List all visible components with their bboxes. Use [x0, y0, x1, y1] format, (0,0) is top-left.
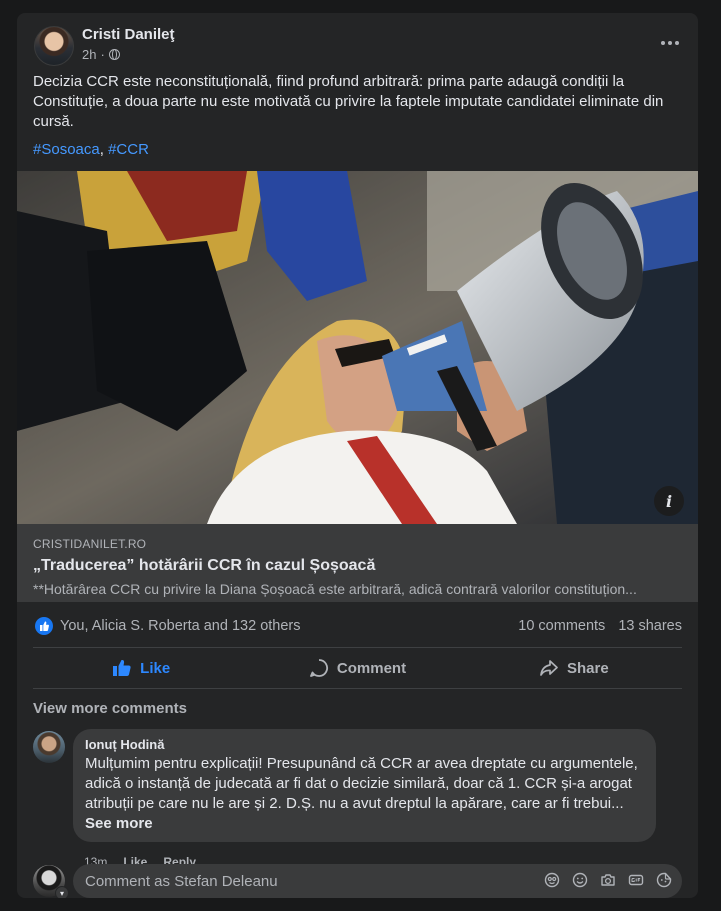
post-header: Cristi Danileţ 2h ·	[17, 13, 698, 73]
sticker-glyph	[656, 872, 672, 888]
divider	[33, 647, 682, 648]
comment-input-placeholder: Comment as Stefan Deleanu	[85, 873, 278, 890]
more-icon	[668, 41, 672, 45]
gif-glyph	[628, 874, 644, 886]
hashtag-link[interactable]: #Sosoaca	[33, 141, 100, 158]
comment-text: Mulțumim pentru explicații! Presupunând …	[85, 754, 644, 834]
link-description: **Hotărârea CCR cu privire la Diana Șoșo…	[33, 581, 637, 597]
chevron-down-icon[interactable]: ▾	[55, 886, 69, 898]
meta-separator: ·	[100, 47, 105, 62]
comments-count[interactable]: 10 comments	[518, 618, 605, 634]
more-icon	[675, 41, 679, 45]
reactions-bar: You, Alicia S. Roberta and 132 others 10…	[33, 613, 682, 639]
gif-icon[interactable]	[628, 872, 644, 888]
hashtag-separator: ,	[99, 141, 109, 158]
sticker-icon[interactable]	[656, 872, 672, 888]
commenter-avatar[interactable]	[33, 731, 65, 763]
more-options-button[interactable]	[658, 31, 682, 55]
info-icon[interactable]: i	[654, 486, 684, 516]
divider	[33, 688, 682, 689]
comment-input[interactable]: Comment as Stefan Deleanu	[73, 864, 682, 898]
globe-icon	[108, 49, 120, 60]
share-icon	[540, 660, 558, 676]
like-button[interactable]: Like	[33, 650, 249, 686]
post-meta: 2h ·	[82, 47, 120, 62]
emoji-icon[interactable]	[572, 872, 588, 888]
view-more-comments[interactable]: View more comments	[33, 700, 187, 717]
post-text: Decizia CCR este neconstituțională, fiin…	[33, 73, 664, 130]
see-more-link[interactable]: See more	[85, 815, 153, 832]
link-preview-image[interactable]: i	[17, 171, 698, 524]
comment-composer: ▾ Comment as Stefan Deleanu	[33, 864, 682, 898]
comment-body: Mulțumim pentru explicații! Presupunând …	[85, 755, 638, 812]
avatar-sticker-icon[interactable]	[544, 872, 560, 888]
comment-author[interactable]: Ionuț Hodină	[85, 737, 644, 752]
composer-tools	[544, 872, 672, 888]
like-icon	[113, 659, 131, 676]
post-actions: Like Comment Share	[33, 650, 682, 686]
like-reaction-glyph	[40, 621, 49, 631]
comment-button[interactable]: Comment	[249, 650, 465, 686]
hashtag-link[interactable]: #CCR	[108, 141, 149, 158]
post-time[interactable]: 2h	[82, 47, 96, 62]
author-name[interactable]: Cristi Danileţ	[82, 26, 175, 43]
comment-bubble: Ionuț Hodină Mulțumim pentru explicații!…	[73, 729, 656, 842]
avatar-sticker-glyph	[544, 872, 560, 888]
emoji-glyph	[572, 872, 588, 888]
comment-icon	[310, 659, 328, 677]
shares-count[interactable]: 13 shares	[618, 618, 682, 634]
more-icon	[661, 41, 665, 45]
like-reaction-icon[interactable]	[35, 617, 53, 635]
engagement-counts: 10 comments 13 shares	[518, 618, 682, 634]
hashtags: #Sosoaca, #CCR	[33, 141, 149, 158]
camera-icon[interactable]	[600, 872, 616, 888]
share-label: Share	[566, 659, 609, 677]
share-button[interactable]: Share	[466, 650, 682, 686]
protest-photo	[17, 171, 698, 524]
link-title[interactable]: „Traducerea” hotărârii CCR în cazul Șoșo…	[33, 557, 375, 575]
link-preview[interactable]: CRISTIDANILET.RO „Traducerea” hotărârii …	[17, 524, 698, 602]
comment-label: Comment	[336, 659, 407, 677]
post-card: Cristi Danileţ 2h · Decizia CCR este nec…	[17, 13, 698, 898]
author-avatar[interactable]	[34, 26, 74, 66]
reactions-summary[interactable]: You, Alicia S. Roberta and 132 others	[60, 618, 301, 634]
camera-glyph	[601, 874, 615, 886]
like-label: Like	[140, 659, 171, 677]
link-domain: CRISTIDANILET.RO	[33, 537, 147, 551]
